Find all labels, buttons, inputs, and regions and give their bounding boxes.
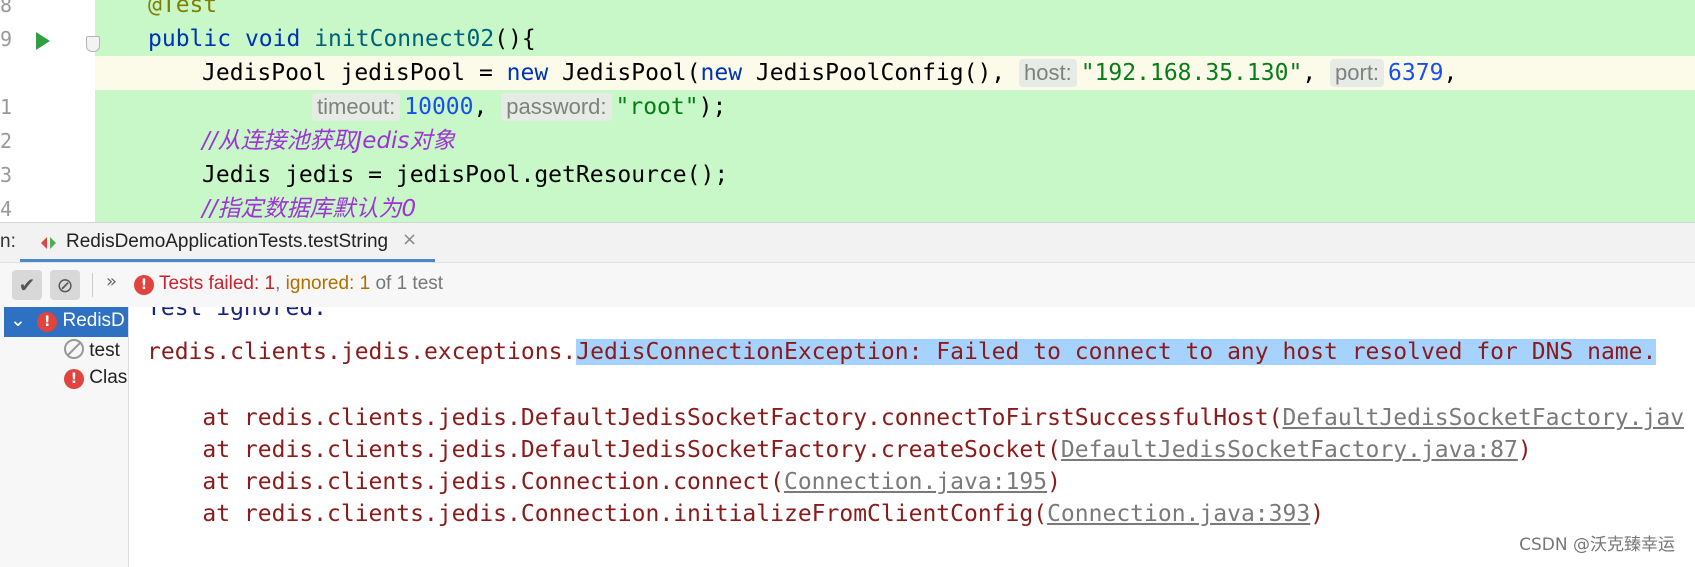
test-config-icon xyxy=(41,237,56,249)
code-text: JedisPool( xyxy=(548,60,701,86)
code-text: , xyxy=(473,94,488,120)
tree-item-test-string[interactable]: test xyxy=(64,339,120,362)
line-number: 9 xyxy=(0,27,13,51)
code-text: , xyxy=(1302,60,1317,86)
line-number: 4 xyxy=(0,197,13,221)
param-hint-port: port: xyxy=(1330,59,1385,87)
error-icon: ! xyxy=(64,369,84,389)
status-separator: , xyxy=(275,273,286,294)
stack-trace-line: at redis.clients.jedis.DefaultJedisSocke… xyxy=(147,435,1532,465)
test-runner-toolbar: ✔ ⊘ » ! Tests failed: 1, ignored: 1 of 1… xyxy=(0,262,1695,308)
trace-tail: ) xyxy=(1517,437,1532,463)
trace-text: at redis.clients.jedis.Connection.initia… xyxy=(147,501,1048,527)
stack-trace-line: at redis.clients.jedis.DefaultJedisSocke… xyxy=(147,403,1684,433)
tests-total: of 1 test xyxy=(370,273,444,294)
code-line-9: 9 public void initConnect02(){ xyxy=(0,22,1695,56)
tree-item-label: test xyxy=(89,340,120,361)
csdn-watermark: CSDN @沃克臻幸运 xyxy=(1519,535,1675,555)
get-resource-line: Jedis jedis = jedisPool.getResource(); xyxy=(202,162,729,188)
code-text: JedisPool jedisPool = xyxy=(202,60,507,86)
test-status: ! Tests failed: 1, ignored: 1 of 1 test xyxy=(134,273,443,295)
check-icon: ✔ xyxy=(18,273,36,297)
tree-item-root[interactable]: ⌄ ! RedisD xyxy=(10,309,125,332)
tree-item-label: RedisD xyxy=(62,310,125,331)
tab-label: RedisDemoApplicationTests.testString xyxy=(66,231,389,252)
param-hint-password: password: xyxy=(501,93,612,121)
source-link[interactable]: Connection.java:393 xyxy=(1047,501,1310,527)
error-icon: ! xyxy=(134,275,154,295)
host-value: "192.168.35.130" xyxy=(1080,60,1303,86)
tests-ignored-count: ignored: 1 xyxy=(285,273,371,294)
code-line-11: 1 timeout: 10000, password: "root"); xyxy=(0,90,1695,124)
trace-tail: ) xyxy=(1047,469,1061,495)
port-value: 6379 xyxy=(1388,60,1444,86)
code-text: , xyxy=(1443,60,1458,86)
run-label-prefix: n: xyxy=(0,231,16,252)
keyword-new: new xyxy=(506,60,549,86)
code-line-14: 4 //指定数据库默认为0 xyxy=(0,192,1695,222)
method-tail: (){ xyxy=(494,26,536,52)
trace-tail: ) xyxy=(1310,501,1325,527)
tree-item-class[interactable]: ! Clas xyxy=(64,367,127,389)
exception-line: redis.clients.jedis.exceptions.JedisConn… xyxy=(147,337,1657,367)
tab-redis-demo-test[interactable]: RedisDemoApplicationTests.testString × xyxy=(20,223,435,263)
selected-exception-text: JedisConnectionException: Failed to conn… xyxy=(576,339,1657,365)
line-number: 3 xyxy=(0,163,13,187)
tree-item-label: Clas xyxy=(89,367,128,388)
param-hint-host: host: xyxy=(1019,59,1077,87)
run-tab-bar: n: RedisDemoApplicationTests.testString … xyxy=(0,222,1695,263)
code-line-10-current: 0 JedisPool jedisPool = new JedisPool(ne… xyxy=(0,56,1695,90)
stop-icon: ⊘ xyxy=(56,273,74,297)
trace-text: at redis.clients.jedis.Connection.connec… xyxy=(147,469,784,495)
chevron-down-icon[interactable]: ⌄ xyxy=(10,309,26,331)
code-text: ); xyxy=(698,94,727,120)
source-link[interactable]: Connection.java:195 xyxy=(784,469,1047,495)
trace-text: at redis.clients.jedis.DefaultJedisSocke… xyxy=(147,437,1061,463)
test-tree: ⌄ ! RedisD test ! Clas xyxy=(0,307,129,567)
code-line-8: 8 @Test xyxy=(0,0,1695,22)
code-line-13: 3 Jedis jedis = jedisPool.getResource(); xyxy=(0,158,1695,192)
password-value: "root" xyxy=(615,94,699,120)
timeout-value: 10000 xyxy=(404,94,474,120)
param-hint-timeout: timeout: xyxy=(312,93,401,121)
stack-trace-line: at redis.clients.jedis.Connection.initia… xyxy=(147,499,1324,529)
trace-text: at redis.clients.jedis.DefaultJedisSocke… xyxy=(147,405,1283,431)
exception-package: redis.clients.jedis.exceptions. xyxy=(147,339,577,365)
method-signature: public void initConnect02(){ xyxy=(148,22,536,56)
more-actions-icon[interactable]: » xyxy=(106,271,117,292)
line-number: 8 xyxy=(0,0,13,17)
comment-line: //从连接池获取Jedis对象 xyxy=(202,128,456,154)
code-line-12: 2 //从连接池获取Jedis对象 xyxy=(0,124,1695,158)
jedispool-declaration: JedisPool jedisPool = new JedisPool(new … xyxy=(202,56,1457,90)
ignored-icon xyxy=(64,339,84,359)
show-passed-button[interactable]: ✔ xyxy=(12,270,42,300)
tests-failed-count: Tests failed: 1 xyxy=(158,273,276,294)
toolbar-divider xyxy=(92,273,93,297)
run-test-icon[interactable] xyxy=(36,32,50,50)
comment-line: //指定数据库默认为0 xyxy=(202,196,417,222)
keyword-public: public xyxy=(148,26,232,52)
code-editor[interactable]: 8 @Test 9 public void initConnect02(){ 0… xyxy=(0,0,1695,222)
jedispool-args: timeout: 10000, password: "root"); xyxy=(312,90,726,124)
source-link[interactable]: DefaultJedisSocketFactory.java:87 xyxy=(1061,437,1518,463)
show-ignored-button[interactable]: ⊘ xyxy=(50,270,80,300)
keyword-void: void xyxy=(244,26,301,52)
stack-trace-line: at redis.clients.jedis.Connection.connec… xyxy=(147,467,1061,497)
source-link[interactable]: DefaultJedisSocketFactory.jav xyxy=(1282,405,1684,431)
line-number: 2 xyxy=(0,129,13,153)
fold-marker-icon[interactable] xyxy=(86,36,100,52)
test-annotation: @Test xyxy=(148,0,218,18)
close-icon[interactable]: × xyxy=(402,229,417,250)
error-icon: ! xyxy=(37,312,58,332)
line-number: 1 xyxy=(0,95,13,119)
test-output-console[interactable]: Test ignored. redis.clients.jedis.except… xyxy=(129,307,1695,567)
method-name: initConnect02 xyxy=(314,26,495,52)
keyword-new: new xyxy=(700,60,743,86)
console-line-ignored: Test ignored. xyxy=(147,307,328,321)
code-text: JedisPoolConfig(), xyxy=(742,60,1006,86)
